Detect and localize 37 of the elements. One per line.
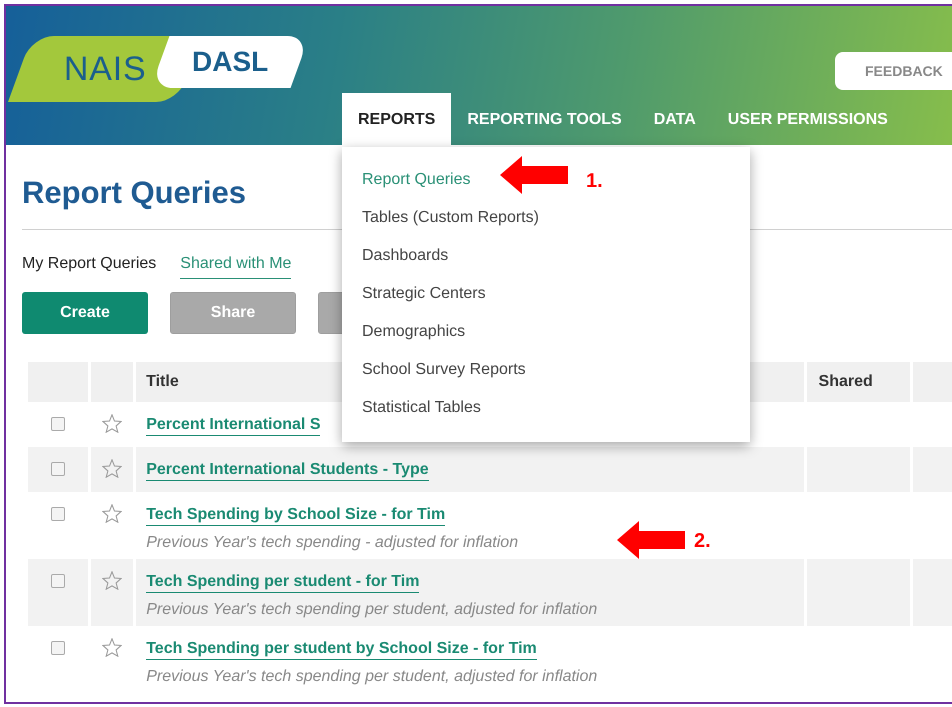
annotation-arrow	[617, 521, 685, 559]
nav-tab[interactable]: DATA	[638, 93, 712, 145]
menu-item[interactable]: Report Queries	[362, 161, 470, 199]
row-checkbox[interactable]	[50, 641, 65, 655]
star-icon[interactable]	[102, 638, 122, 657]
star-icon[interactable]	[102, 504, 122, 523]
report-description: Previous Year's tech spending per student, adjusted for inflation	[146, 667, 598, 687]
report-description: Previous Year's tech spending - adjusted for inflation	[146, 533, 518, 553]
row-checkbox[interactable]	[50, 574, 65, 588]
report-link[interactable]: Percent International Students - Type	[146, 460, 429, 481]
row-checkbox[interactable]	[50, 462, 65, 476]
menu-item[interactable]: Strategic Centers	[362, 275, 486, 313]
feedback-button[interactable]: FEEDBACK	[835, 52, 952, 90]
menu-item[interactable]: Demographics	[362, 313, 466, 351]
nav-tab[interactable]: USER PERMISSIONS	[712, 93, 904, 145]
view-tab[interactable]: Shared with Me	[180, 252, 292, 279]
annotation-label: 1.	[586, 169, 603, 194]
star-icon[interactable]	[102, 459, 122, 478]
nav-tab[interactable]: REPORTS	[342, 93, 452, 145]
report-link[interactable]: Percent International S	[146, 415, 320, 436]
column-header: Shared	[806, 362, 910, 402]
star-icon[interactable]	[102, 571, 122, 590]
row-checkbox[interactable]	[50, 417, 65, 431]
view-tab[interactable]: My Report Queries	[22, 252, 156, 278]
report-description: Previous Year's tech spending per student, adjusted for inflation	[146, 600, 598, 620]
report-link[interactable]: Tech Spending per student - for Tim	[146, 572, 420, 593]
menu-item[interactable]: Tables (Custom Reports)	[362, 199, 539, 237]
nav-tab[interactable]: REPORTING TOOLS	[451, 93, 638, 145]
annotation-arrow	[500, 156, 568, 194]
star-icon[interactable]	[102, 414, 122, 433]
menu-item[interactable]: Dashboards	[362, 237, 448, 275]
page-title: Report Queries	[22, 174, 246, 212]
annotation-label: 2.	[694, 529, 711, 554]
row-checkbox[interactable]	[50, 507, 65, 521]
action-button[interactable]: Create	[22, 292, 148, 334]
report-link[interactable]: Tech Spending by School Size - for Tim	[146, 505, 446, 526]
report-link[interactable]: Tech Spending per student by School Size - for Tim	[146, 639, 537, 660]
